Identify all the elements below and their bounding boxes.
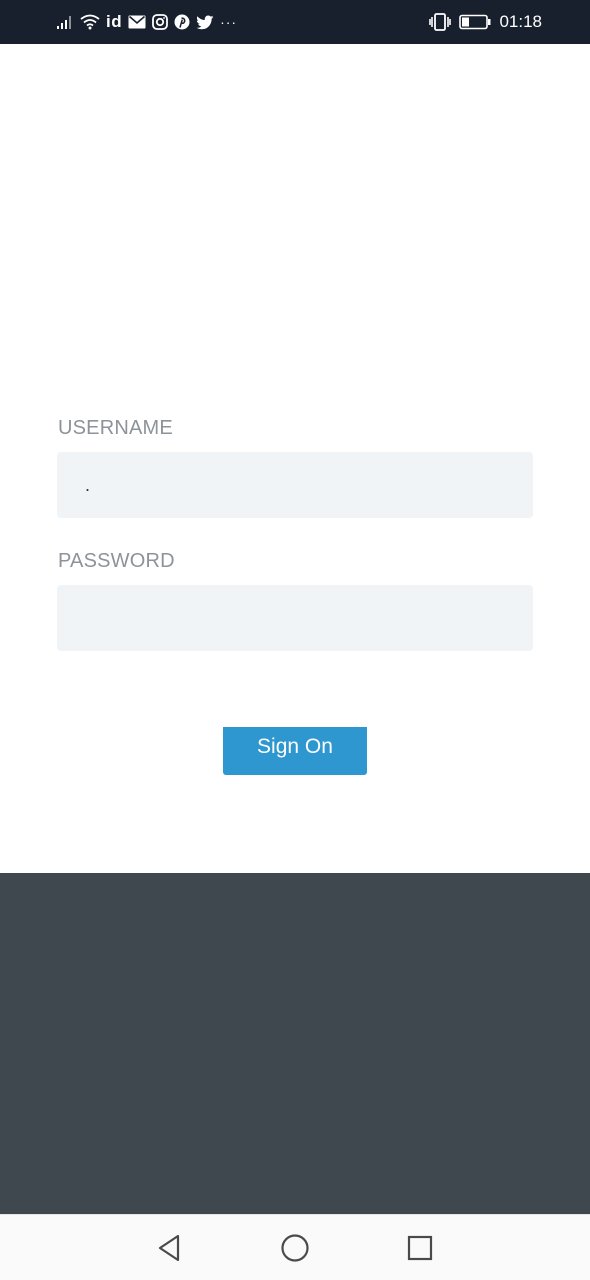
twitter-icon <box>196 12 214 32</box>
status-bar: id ··· 01:18 <box>0 0 590 44</box>
home-button[interactable] <box>277 1230 313 1266</box>
status-bar-right: 01:18 <box>429 0 542 44</box>
password-label: PASSWORD <box>58 550 175 572</box>
navigation-bar <box>0 1214 590 1280</box>
username-input[interactable] <box>57 452 533 518</box>
recents-button[interactable] <box>402 1230 438 1266</box>
clock: 01:18 <box>499 12 542 31</box>
pinterest-icon <box>174 12 190 32</box>
vibrate-icon <box>429 12 452 32</box>
battery-icon <box>459 12 491 32</box>
signal-icon <box>56 12 74 32</box>
mail-icon <box>128 12 146 32</box>
more-notifications-indicator: ··· <box>220 14 238 30</box>
back-icon <box>155 1233 183 1263</box>
username-label: USERNAME <box>58 417 173 439</box>
carrier-badge: id <box>106 12 123 31</box>
sign-on-button[interactable]: Sign On <box>223 727 367 775</box>
footer-panel <box>0 873 590 1214</box>
home-icon <box>280 1233 310 1263</box>
instagram-icon <box>152 12 169 32</box>
password-input[interactable] <box>57 585 533 651</box>
status-bar-left: id ··· <box>56 0 237 44</box>
wifi-icon <box>80 12 100 32</box>
recents-icon <box>406 1234 434 1262</box>
back-button[interactable] <box>151 1230 187 1266</box>
